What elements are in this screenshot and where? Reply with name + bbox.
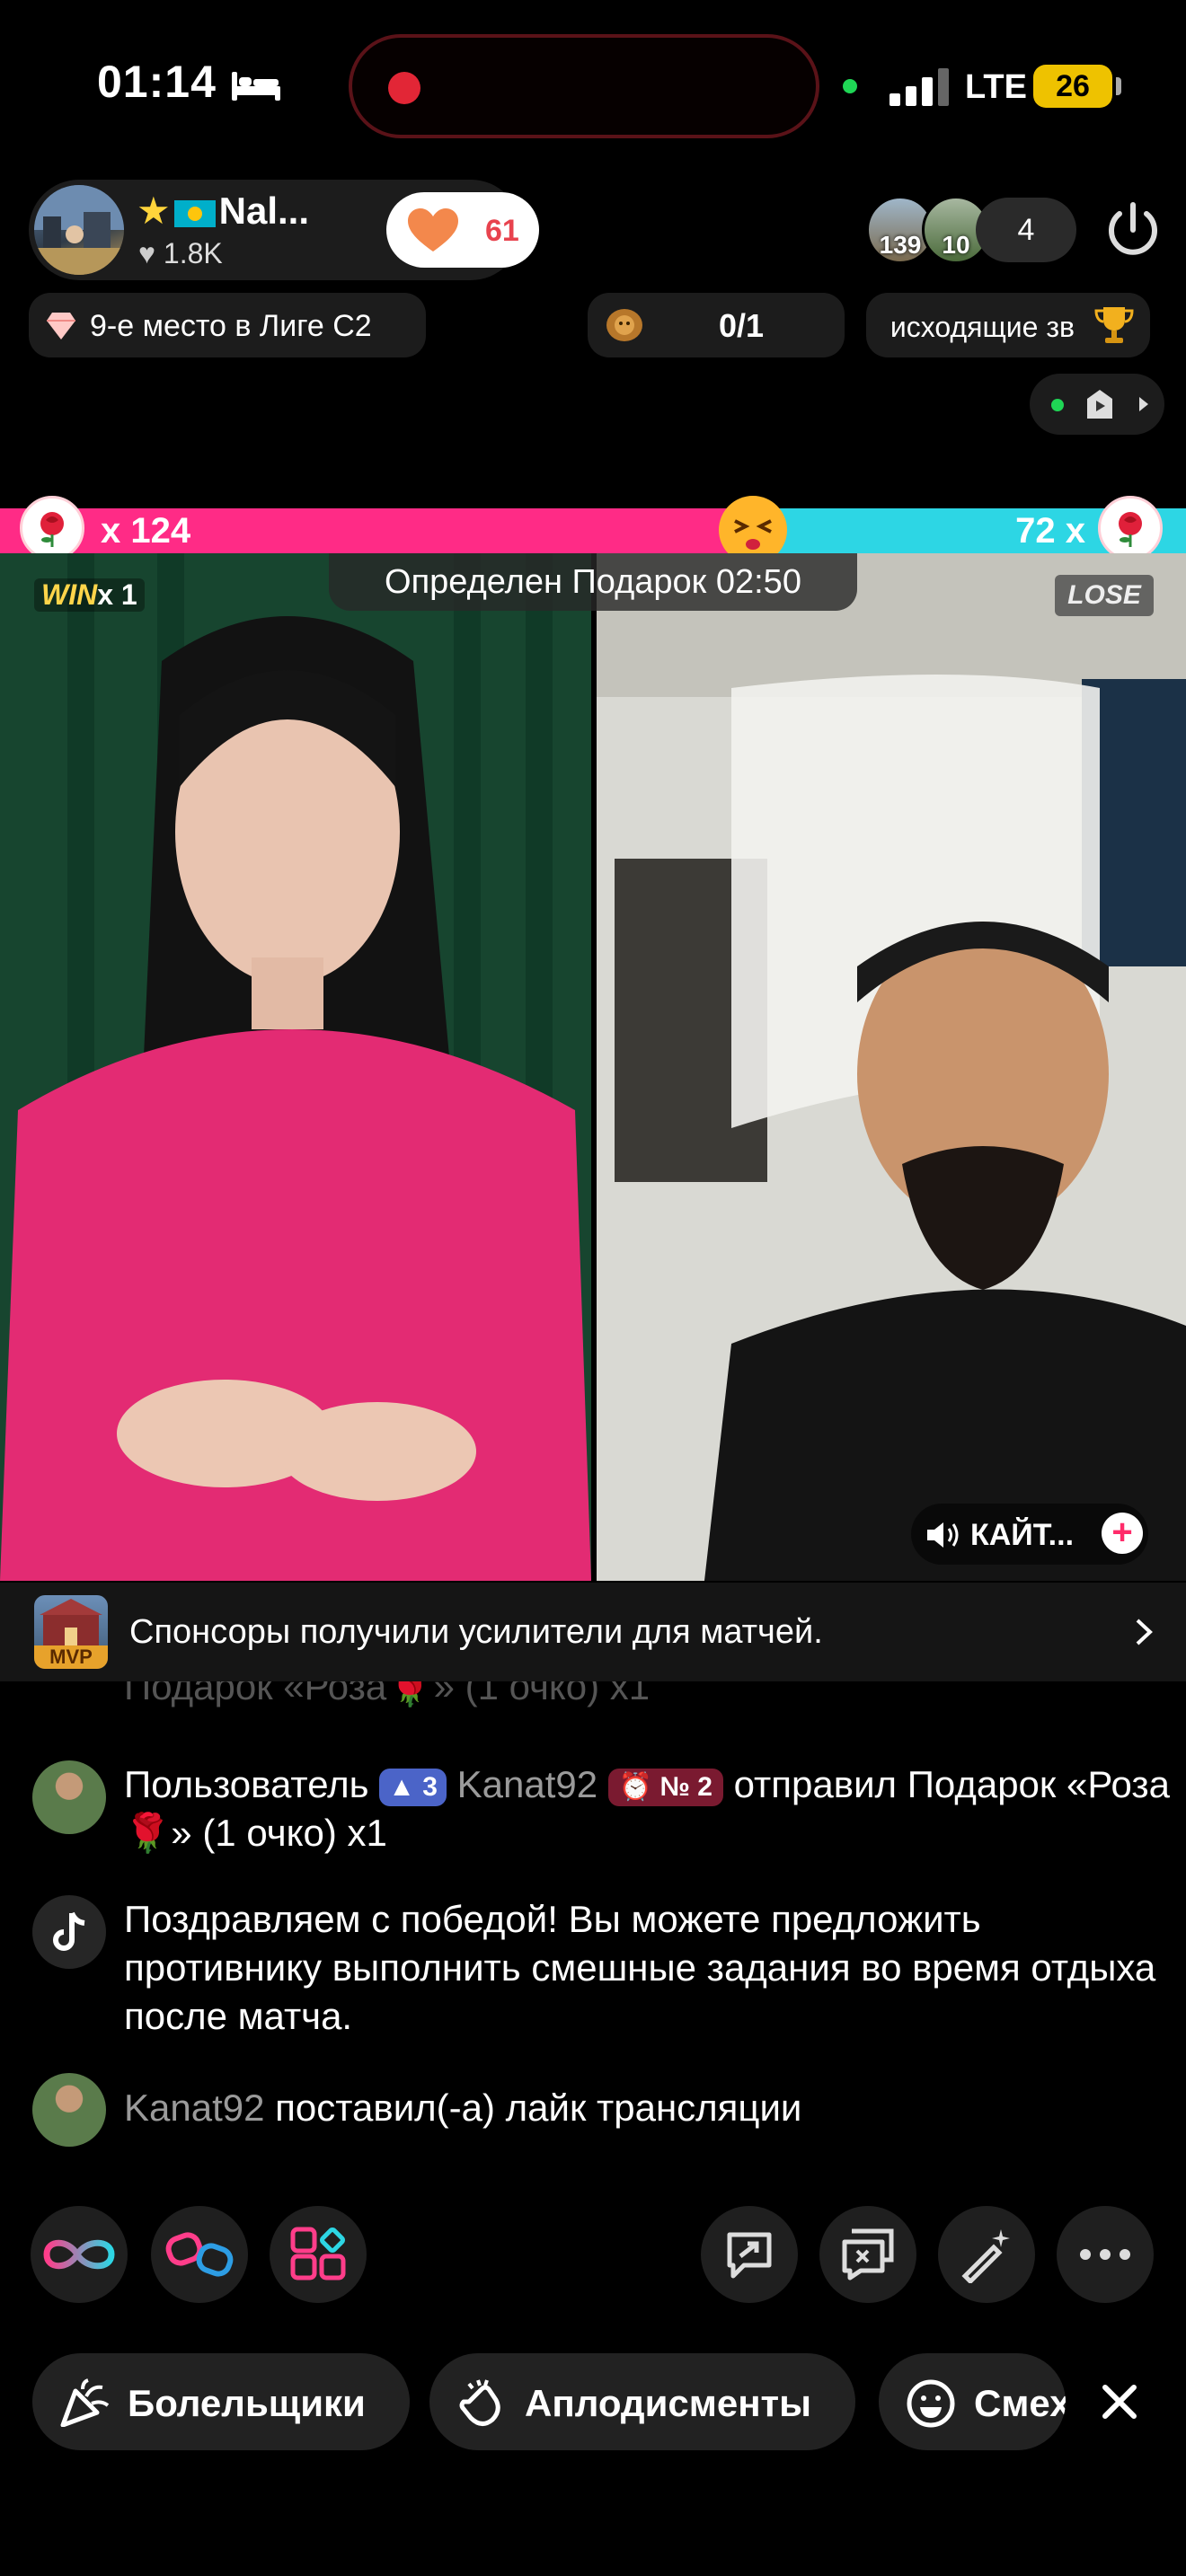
gift-timer: Определен Подарок 02:50 xyxy=(329,553,857,611)
user-level-badge: ▲ 3 xyxy=(379,1768,447,1806)
chat-message-text: Поздравляем с победой! Вы можете предлож… xyxy=(124,1898,1156,2037)
battle-button[interactable] xyxy=(151,2206,248,2303)
right-host-video-frame xyxy=(597,553,1186,1581)
gifter-rank: № 2 xyxy=(659,1771,712,1802)
rose-icon xyxy=(40,512,64,547)
rose-icon xyxy=(1119,512,1142,547)
left-battle-score: x 124 xyxy=(101,511,191,551)
heart-icon xyxy=(408,208,458,251)
grid-icon xyxy=(290,2227,346,2280)
host-likes: ♥ 1.8K xyxy=(138,237,223,270)
chat-feed[interactable]: Подарок «Роза🌹» (1 очко) x1 Пользователь… xyxy=(0,1681,1186,2166)
live-indicator xyxy=(1051,399,1064,411)
moderation-button[interactable] xyxy=(819,2206,916,2303)
user-avatar[interactable] xyxy=(32,2073,106,2147)
host-name-text: Nal... xyxy=(218,190,310,232)
chevron-right-icon xyxy=(1136,1619,1153,1645)
left-rose-badge xyxy=(20,496,84,560)
boxing-gloves-icon xyxy=(165,2232,234,2277)
chip-label: Смех xyxy=(974,2382,1066,2424)
battery-indicator: 26 xyxy=(1033,65,1121,108)
game-controller-icon xyxy=(1087,390,1148,419)
chat-faded-line: Подарок «Роза🌹» (1 очко) x1 xyxy=(124,1681,651,1707)
user-level: 3 xyxy=(422,1771,438,1802)
chat-message-text: Пользователь ▲ 3 Kanat92 ⏰ № 2 отправил … xyxy=(124,1760,1175,1857)
chat-username[interactable]: Kanat92 xyxy=(457,1763,597,1805)
share-icon xyxy=(727,2232,772,2279)
laugh-icon xyxy=(907,2379,955,2428)
host-name: ★ Nal... xyxy=(137,189,309,233)
mvp-badge-icon: MVP xyxy=(34,1595,108,1669)
close-icon[interactable] xyxy=(1089,2371,1150,2432)
link-button[interactable] xyxy=(31,2206,128,2303)
signal-icon xyxy=(890,68,949,106)
network-type: LTE xyxy=(965,68,1027,106)
top-viewer-badge-2: 10 xyxy=(942,231,970,259)
battle-score-value: 0/1 xyxy=(719,307,765,344)
chat-body: поставил(-а) лайк трансляции xyxy=(275,2086,802,2129)
task-pill[interactable]: исходящие зв xyxy=(866,293,1150,357)
task-pill-text: исходящие зв xyxy=(890,311,1075,343)
reaction-chip-applause[interactable]: Аплодисменты xyxy=(429,2353,855,2450)
host-likes-count: 1.8K xyxy=(163,237,223,269)
left-host-video-frame xyxy=(0,553,591,1581)
reaction-chip-laugh[interactable]: Смех xyxy=(879,2353,1066,2450)
follow-button[interactable]: 61 xyxy=(386,192,539,268)
user-avatar[interactable] xyxy=(32,1760,106,1834)
clap-icon xyxy=(459,2379,500,2426)
more-dots-icon xyxy=(1080,2249,1130,2260)
right-host-video[interactable] xyxy=(597,553,1186,1581)
link-icon xyxy=(43,2239,115,2270)
party-popper-icon xyxy=(60,2378,110,2427)
left-host-video[interactable] xyxy=(0,553,591,1581)
battle-score-pill[interactable]: 0/1 xyxy=(588,293,845,357)
win-label-text: WIN xyxy=(41,578,98,611)
gifter-rank-badge: ⏰ № 2 xyxy=(607,1768,723,1806)
more-features-button[interactable] xyxy=(270,2206,367,2303)
chat-block-icon xyxy=(842,2228,894,2280)
diamond-icon xyxy=(47,313,75,340)
win-count: x 1 xyxy=(97,578,137,611)
magic-wand-icon xyxy=(961,2229,1010,2283)
top-viewer-badge-1: 139 xyxy=(879,231,922,259)
right-rose-badge xyxy=(1098,496,1163,560)
win-label: WINx 1 xyxy=(34,578,145,612)
follow-opponent-button[interactable]: + xyxy=(1102,1513,1143,1554)
follow-count: 61 xyxy=(485,214,519,248)
tiktok-logo-icon xyxy=(32,1895,106,1969)
lose-label: LOSE xyxy=(1055,575,1154,616)
speaker-icon xyxy=(927,1522,959,1548)
sponsor-banner-text: Спонсоры получили усилители для матчей. xyxy=(129,1613,823,1651)
chip-label: Аплодисменты xyxy=(525,2382,811,2424)
recording-indicator xyxy=(388,72,420,104)
stream-mini-controls[interactable] xyxy=(1030,374,1164,435)
league-text: 9-е место в Лиге C2 xyxy=(90,309,372,343)
opponent-name: КАЙТ... xyxy=(970,1518,1075,1552)
sponsor-banner[interactable]: MVP Спонсоры получили усилители для матч… xyxy=(0,1583,1186,1681)
star-icon: ★ xyxy=(137,190,171,232)
league-rank-pill[interactable]: 9-е место в Лиге C2 xyxy=(29,293,426,357)
more-options-button[interactable] xyxy=(1057,2206,1154,2303)
status-time: 01:14 xyxy=(97,57,217,107)
right-battle-score: 72 x xyxy=(1015,511,1085,551)
reaction-chip-fans[interactable]: Болельщики xyxy=(32,2353,410,2450)
kazakhstan-flag-icon xyxy=(173,199,216,227)
viewer-count[interactable]: 4 xyxy=(976,198,1076,262)
effects-button[interactable] xyxy=(938,2206,1035,2303)
mvp-label: MVP xyxy=(34,1645,108,1669)
dynamic-island xyxy=(349,34,819,138)
lion-icon xyxy=(606,309,642,341)
sleep-focus-icon xyxy=(232,72,280,101)
camera-in-use-indicator xyxy=(843,79,857,93)
host-avatar[interactable] xyxy=(34,185,124,275)
chat-username[interactable]: Kanat92 xyxy=(124,2086,264,2129)
chip-label: Болельщики xyxy=(128,2382,366,2424)
trophy-icon xyxy=(1094,307,1134,343)
share-button[interactable] xyxy=(701,2206,798,2303)
chat-prefix: Пользователь xyxy=(124,1763,369,1805)
power-icon[interactable] xyxy=(1100,196,1166,262)
heart-icon: ♥ xyxy=(138,237,155,269)
chat-message-text: Kanat92 поставил(-а) лайк трансляции xyxy=(124,2084,1175,2132)
host-info[interactable]: ★ Nal... ♥ 1.8K 61 xyxy=(29,180,539,280)
